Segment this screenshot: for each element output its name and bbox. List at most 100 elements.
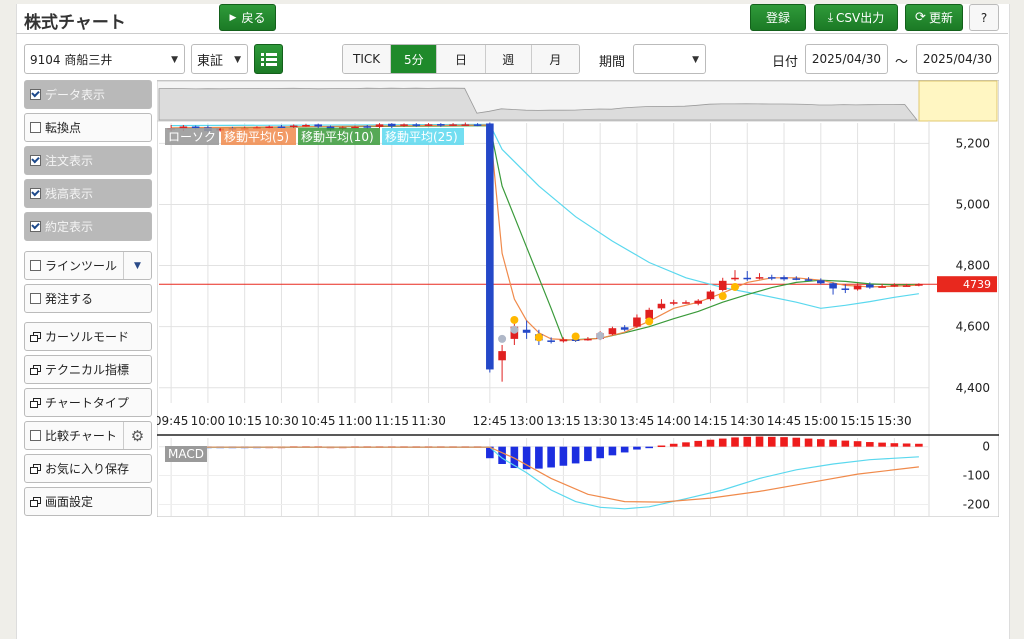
back-button[interactable]: ▶ 戻る bbox=[219, 4, 276, 31]
x-tick-label: 15:15 bbox=[840, 414, 875, 428]
refresh-label: 更新 bbox=[928, 11, 953, 25]
sidebar-label: テクニカル指標 bbox=[45, 363, 130, 377]
macd-bar bbox=[853, 441, 862, 447]
candle-body bbox=[387, 123, 396, 127]
candle-body bbox=[498, 351, 506, 361]
execution-marker bbox=[498, 334, 507, 343]
candle-body bbox=[302, 125, 310, 127]
macd-bar bbox=[706, 439, 715, 447]
csv-export-button[interactable]: ⤓ CSV出力 bbox=[814, 4, 898, 31]
navigator-window bbox=[918, 80, 998, 122]
date-label: 日付 bbox=[772, 55, 799, 70]
y-tick-label: 5,000 bbox=[956, 197, 990, 211]
x-tick-label: 13:00 bbox=[509, 414, 544, 428]
page-title: 株式チャート bbox=[24, 13, 126, 33]
x-tick-label: 10:30 bbox=[264, 414, 299, 428]
macd-bar bbox=[755, 436, 764, 447]
date-from-input[interactable]: 2025/04/30 bbox=[805, 44, 888, 74]
register-button-label: 登録 bbox=[765, 11, 790, 25]
candle-body bbox=[817, 280, 825, 284]
tab-day[interactable]: 日 bbox=[437, 45, 486, 73]
x-tick-label: 12:45 bbox=[473, 414, 508, 428]
sidebar-technical-indicators[interactable]: テクニカル指標 bbox=[24, 355, 152, 384]
sidebar-turning-points[interactable]: 転換点 bbox=[24, 113, 152, 142]
sidebar-label: 画面設定 bbox=[45, 495, 94, 509]
x-tick-label: 11:15 bbox=[374, 414, 409, 428]
sidebar-data-display[interactable]: データ表示 bbox=[24, 80, 152, 109]
sidebar-screen-settings[interactable]: 画面設定 bbox=[24, 487, 152, 516]
sidebar-label: 約定表示 bbox=[45, 220, 94, 234]
candle-body bbox=[780, 277, 788, 280]
stock-chart[interactable]: 09:45 10:00 10:15 10:30 10:45 11:00 11:15 11:30… bbox=[154, 79, 1000, 518]
csv-export-label: CSV出力 bbox=[836, 11, 885, 25]
window-icon bbox=[30, 496, 41, 507]
market-select[interactable]: 東証 ▼ bbox=[191, 44, 248, 74]
macd-bar bbox=[571, 446, 580, 464]
candle-body bbox=[755, 277, 764, 279]
gear-icon[interactable]: ⚙ bbox=[123, 422, 151, 449]
sidebar-cursor-mode[interactable]: カーソルモード bbox=[24, 322, 152, 351]
macd-y-tick-label: -100 bbox=[963, 469, 990, 483]
candle-body bbox=[682, 302, 690, 304]
x-tick-label: 15:00 bbox=[804, 414, 839, 428]
sidebar-place-order[interactable]: 発注する bbox=[24, 284, 152, 313]
candle-body bbox=[486, 123, 494, 370]
help-label: ? bbox=[980, 10, 988, 25]
sidebar-chart-type[interactable]: チャートタイプ bbox=[24, 388, 152, 417]
refresh-button[interactable]: ⟳ 更新 bbox=[905, 4, 963, 31]
symbol-value: 9104 商船三井 bbox=[30, 52, 113, 67]
sidebar-label: チャートタイプ bbox=[45, 396, 129, 410]
checkbox-icon bbox=[30, 122, 41, 133]
candle-body bbox=[878, 286, 886, 288]
tab-tick[interactable]: TICK bbox=[343, 45, 392, 73]
window-icon bbox=[30, 331, 41, 342]
macd-bar bbox=[841, 440, 850, 447]
sidebar-execution-display[interactable]: 約定表示 bbox=[24, 212, 152, 241]
sidebar-compare-chart[interactable]: 比較チャート ⚙ bbox=[24, 421, 152, 450]
symbol-select[interactable]: 9104 商船三井 ▼ bbox=[24, 44, 185, 74]
execution-marker bbox=[645, 317, 654, 326]
candle-body bbox=[718, 280, 727, 290]
macd-bar bbox=[645, 446, 653, 449]
tab-5min[interactable]: 5分 bbox=[391, 45, 438, 73]
macd-bar bbox=[669, 443, 678, 447]
candle-body bbox=[191, 126, 200, 129]
macd-bar bbox=[682, 442, 690, 447]
candle-body bbox=[265, 126, 273, 129]
candle-body bbox=[915, 284, 923, 286]
macd-bar bbox=[743, 436, 752, 447]
register-button[interactable]: 登録 bbox=[750, 4, 806, 31]
candle-body bbox=[804, 279, 813, 281]
candle-body bbox=[412, 124, 421, 126]
period-select[interactable]: ▼ bbox=[633, 44, 706, 74]
interval-tabs: TICK 5分 日 週 月 bbox=[342, 44, 580, 74]
macd-bar bbox=[915, 443, 923, 447]
macd-bar bbox=[767, 436, 776, 447]
macd-legend-label: MACD bbox=[168, 447, 204, 461]
sidebar-order-display[interactable]: 注文表示 bbox=[24, 146, 152, 175]
tab-month[interactable]: 月 bbox=[531, 45, 579, 73]
macd-bar bbox=[620, 446, 629, 453]
legend-label: 移動平均(5) bbox=[224, 130, 289, 144]
macd-bar bbox=[596, 446, 604, 459]
checkbox-icon bbox=[30, 155, 41, 166]
chevron-down-icon[interactable]: ▼ bbox=[123, 252, 151, 279]
execution-marker bbox=[731, 282, 739, 291]
tab-week[interactable]: 週 bbox=[485, 45, 532, 73]
list-view-button[interactable] bbox=[254, 44, 283, 74]
candle-body bbox=[375, 124, 384, 127]
help-button[interactable]: ? bbox=[969, 4, 999, 31]
date-to-input[interactable]: 2025/04/30 bbox=[916, 44, 999, 74]
candle-body bbox=[437, 124, 445, 126]
candle-body bbox=[289, 125, 298, 128]
x-tick-label: 10:45 bbox=[301, 414, 336, 428]
window-icon bbox=[30, 397, 41, 408]
sidebar-label: 発注する bbox=[45, 292, 94, 306]
sidebar-balance-display[interactable]: 残高表示 bbox=[24, 179, 152, 208]
chart-svg[interactable]: 09:45 10:00 10:15 10:30 10:45 11:00 11:15 11:30… bbox=[154, 79, 1000, 518]
sidebar-save-favorite[interactable]: お気に入り保存 bbox=[24, 454, 152, 483]
sidebar-line-tool[interactable]: ラインツール ▼ bbox=[24, 251, 152, 280]
macd-bar bbox=[780, 437, 788, 447]
candle-body bbox=[473, 124, 482, 126]
x-tick-label: 13:15 bbox=[546, 414, 581, 428]
